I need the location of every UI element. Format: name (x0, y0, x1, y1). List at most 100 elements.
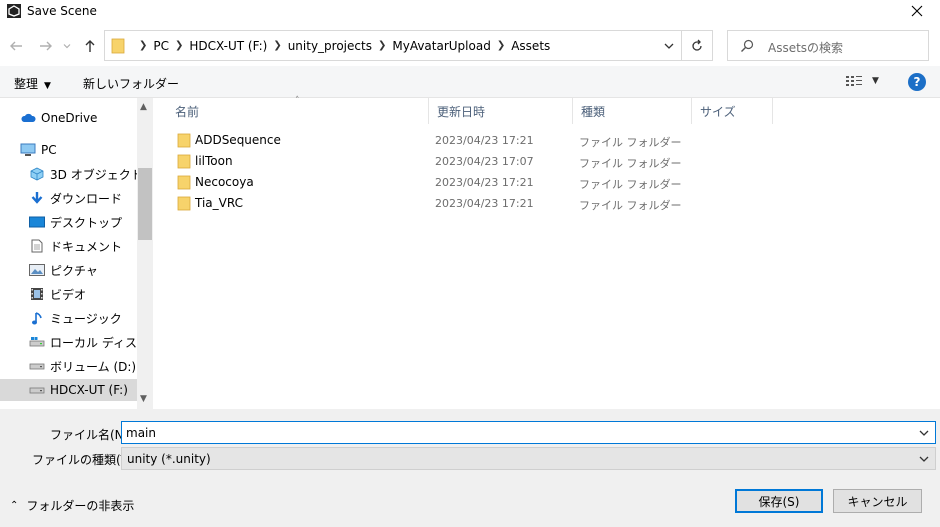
new-folder-button[interactable]: 新しいフォルダー (83, 75, 179, 92)
file-type: ファイル フォルダー (579, 178, 682, 191)
column-header-date[interactable]: 更新日時 (429, 98, 573, 124)
nav-item-label: ボリューム (D:) (50, 359, 137, 374)
nav-item-label: ドキュメント (50, 239, 123, 254)
download-icon (29, 190, 45, 206)
chevron-right-icon[interactable]: ❯ (497, 40, 505, 51)
refresh-button[interactable] (682, 30, 713, 61)
column-header-name[interactable]: 名前 (167, 98, 429, 124)
pictures-icon (29, 262, 45, 278)
breadcrumb-assets[interactable]: Assets (511, 39, 550, 53)
chevron-right-icon[interactable]: ❯ (378, 40, 386, 51)
chevron-right-icon[interactable]: ❯ (273, 40, 281, 51)
file-name: Necocoya (195, 175, 254, 189)
save-button[interactable]: 保存(S) (735, 489, 823, 513)
breadcrumb-unity-projects[interactable]: unity_projects (288, 39, 372, 53)
nav-item-label: ピクチャ (50, 263, 98, 278)
file-name: ADDSequence (195, 133, 281, 147)
file-row[interactable]: Necocoya 2023/04/23 17:21 ファイル フォルダー (167, 172, 767, 193)
pc-icon (20, 142, 36, 158)
nav-scrollbar[interactable]: ▲ ▼ (137, 98, 153, 409)
command-bar: 整理 ▼ 新しいフォルダー ▼ ? (0, 66, 940, 98)
hide-folders-toggle[interactable]: ⌃ フォルダーの非表示 (10, 497, 134, 514)
nav-item-desktop[interactable]: デスクトップ (0, 211, 137, 233)
nav-item-hdcx-ut-f[interactable]: HDCX-UT (F:) (0, 379, 137, 401)
nav-item-pc[interactable]: PC (0, 139, 137, 161)
file-name: Tia_VRC (195, 196, 243, 210)
folder-icon (177, 133, 191, 148)
documents-icon (29, 238, 45, 254)
breadcrumb-pc[interactable]: PC (153, 39, 169, 53)
breadcrumb-project[interactable]: MyAvatarUpload (392, 39, 490, 53)
nav-item-downloads[interactable]: ダウンロード (0, 187, 137, 209)
window-title: Save Scene (27, 4, 97, 18)
title-bar: Save Scene (0, 0, 940, 22)
nav-item-volume-d[interactable]: ボリューム (D:) (0, 355, 137, 377)
folder-icon (177, 154, 191, 169)
nav-item-label: HDCX-UT (F:) (50, 383, 128, 397)
folder-icon (177, 175, 191, 190)
file-row[interactable]: lilToon 2023/04/23 17:07 ファイル フォルダー (167, 151, 767, 172)
nav-item-documents[interactable]: ドキュメント (0, 235, 137, 257)
recent-locations-button[interactable] (62, 38, 72, 54)
scroll-thumb[interactable] (138, 168, 152, 240)
folder-icon (111, 38, 125, 54)
music-icon (29, 310, 45, 326)
drive-icon (29, 382, 45, 398)
nav-item-label: OneDrive (41, 111, 98, 125)
folder-icon (177, 196, 191, 211)
forward-button[interactable] (38, 38, 54, 54)
column-header-size[interactable]: サイズ (692, 98, 773, 124)
nav-item-label: ミュージック (50, 311, 122, 326)
address-bar[interactable]: ❯ PC ❯ HDCX-UT (F:) ❯ unity_projects ❯ M… (104, 30, 682, 61)
organize-menu[interactable]: 整理 ▼ (14, 75, 51, 92)
list-view-icon (846, 76, 862, 86)
scroll-down-icon[interactable]: ▼ (140, 394, 147, 404)
videos-icon (29, 286, 45, 302)
breadcrumb-drive[interactable]: HDCX-UT (F:) (189, 39, 267, 53)
caret-down-icon: ▼ (872, 76, 879, 86)
nav-item-pictures[interactable]: ピクチャ (0, 259, 137, 281)
search-box[interactable]: Assetsの検索 (727, 30, 929, 61)
scroll-up-icon[interactable]: ▲ (140, 102, 147, 112)
local-disk-icon (29, 334, 45, 350)
nav-item-3d-objects[interactable]: 3D オブジェクト (0, 163, 137, 185)
view-options-button[interactable]: ▼ (846, 75, 879, 87)
cloud-icon (20, 110, 36, 126)
file-row[interactable]: Tia_VRC 2023/04/23 17:21 ファイル フォルダー (167, 193, 767, 214)
up-button[interactable] (82, 38, 98, 54)
chevron-down-icon[interactable] (918, 427, 930, 439)
chevron-right-icon[interactable]: ❯ (175, 40, 183, 51)
help-button[interactable]: ? (908, 73, 926, 91)
filename-input[interactable] (121, 421, 936, 444)
nav-item-onedrive[interactable]: OneDrive (0, 107, 137, 129)
nav-item-label: 3D オブジェクト (50, 167, 137, 182)
unity-icon (7, 4, 21, 18)
nav-item-videos[interactable]: ビデオ (0, 283, 137, 305)
file-row[interactable]: ADDSequence 2023/04/23 17:21 ファイル フォルダー (167, 130, 767, 151)
3d-objects-icon (29, 166, 45, 182)
help-icon: ? (913, 75, 921, 89)
file-date: 2023/04/23 17:21 (435, 134, 534, 147)
chevron-down-icon[interactable] (663, 40, 675, 52)
navigation-bar: ❯ PC ❯ HDCX-UT (F:) ❯ unity_projects ❯ M… (0, 30, 940, 62)
chevron-up-icon: ⌃ (10, 500, 19, 511)
nav-item-music[interactable]: ミュージック (0, 307, 137, 329)
close-button[interactable] (894, 0, 940, 22)
back-button[interactable] (8, 38, 24, 54)
nav-item-label: ローカル ディスク (C (50, 335, 137, 350)
file-type: ファイル フォルダー (579, 199, 682, 212)
arrow-left-icon (10, 41, 22, 51)
file-date: 2023/04/23 17:21 (435, 176, 534, 189)
save-form: ファイル名(N): ファイルの種類(T): unity (*.unity) ⌃ … (0, 409, 940, 527)
column-header-type[interactable]: 種類 (573, 98, 692, 124)
chevron-down-icon[interactable] (918, 453, 930, 465)
nav-item-label: ダウンロード (50, 191, 123, 206)
file-name: lilToon (195, 154, 233, 168)
close-icon (911, 5, 923, 17)
cancel-button[interactable]: キャンセル (833, 489, 922, 513)
nav-item-local-disk-c[interactable]: ローカル ディスク (C (0, 331, 137, 353)
filetype-select[interactable]: unity (*.unity) (121, 447, 936, 470)
breadcrumb: ❯ PC ❯ HDCX-UT (F:) ❯ unity_projects ❯ M… (133, 31, 550, 60)
nav-item-label: デスクトップ (50, 215, 123, 230)
file-date: 2023/04/23 17:07 (435, 155, 534, 168)
